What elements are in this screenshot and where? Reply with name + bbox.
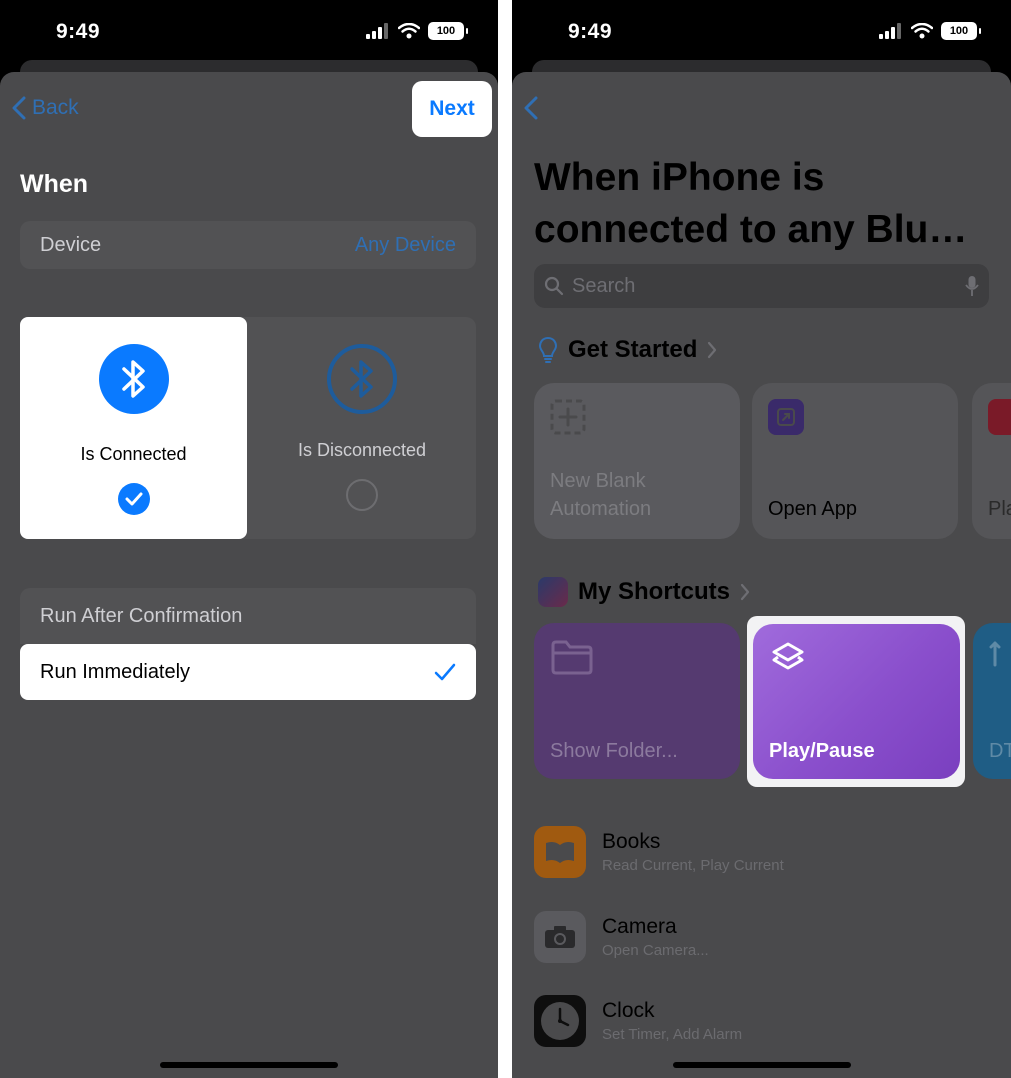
camera-icon bbox=[534, 911, 586, 963]
shortcuts-app-icon bbox=[538, 577, 568, 607]
label-line-1: New Blank bbox=[550, 470, 646, 492]
search-field[interactable]: Search bbox=[534, 264, 989, 308]
bluetooth-icon bbox=[98, 344, 169, 414]
app-row-books[interactable]: Books Read Current, Play Current bbox=[534, 822, 989, 882]
get-started-header[interactable]: Get Started bbox=[538, 336, 717, 364]
open-app-card[interactable]: Open App bbox=[752, 383, 958, 539]
home-indicator bbox=[160, 1062, 338, 1068]
run-options-group: Run After Confirmation Run Immediately bbox=[20, 588, 476, 700]
checkmark-circle-icon bbox=[117, 483, 150, 515]
back-button[interactable]: Back bbox=[12, 96, 79, 120]
open-app-label: Open App bbox=[768, 498, 857, 520]
is-disconnected-label: Is Disconnected bbox=[297, 440, 427, 460]
shortcuts-layers-icon bbox=[772, 642, 804, 670]
run-after-confirmation-row[interactable]: Run After Confirmation bbox=[20, 588, 476, 644]
my-shortcuts-header[interactable]: My Shortcuts bbox=[538, 577, 750, 607]
search-icon bbox=[544, 276, 564, 296]
my-shortcuts-label: My Shortcuts bbox=[578, 578, 731, 605]
when-section-title: When bbox=[20, 170, 89, 198]
page-title-text: When iPhone is connected to any Blu… bbox=[534, 156, 968, 251]
back-button[interactable] bbox=[524, 96, 538, 125]
cellular-signal-icon bbox=[879, 23, 901, 39]
device-value[interactable]: Any Device bbox=[355, 234, 456, 257]
cellular-signal-icon bbox=[366, 23, 388, 39]
run-after-confirmation-label: Run After Confirmation bbox=[40, 604, 243, 627]
dt-label: DT bbox=[989, 740, 1011, 762]
chevron-right-icon bbox=[740, 583, 750, 601]
app-subtitle: Read Current, Play Current bbox=[602, 857, 784, 874]
left-phone-screen: 9:49 100 Back Next When Device Any Devic… bbox=[0, 0, 498, 1078]
microphone-icon[interactable] bbox=[965, 275, 979, 297]
next-button[interactable]: Next bbox=[412, 81, 492, 137]
chevron-right-icon bbox=[708, 341, 717, 359]
clock-icon bbox=[534, 995, 586, 1047]
get-started-label: Get Started bbox=[568, 336, 698, 363]
is-connected-label: Is Connected bbox=[80, 444, 187, 464]
automation-sheet: Back Next When Device Any Device Is Conn… bbox=[0, 72, 498, 1078]
show-folder-label: Show Folder... bbox=[550, 740, 678, 762]
battery-icon: 100 bbox=[941, 22, 981, 40]
device-label: Device bbox=[40, 233, 102, 256]
bluetooth-outline-icon bbox=[327, 344, 397, 414]
app-name: Books bbox=[602, 830, 661, 853]
app-arrow-icon bbox=[768, 399, 804, 435]
app-subtitle: Open Camera... bbox=[602, 942, 709, 959]
status-time: 9:49 bbox=[56, 20, 101, 43]
books-icon bbox=[534, 826, 586, 878]
battery-icon: 100 bbox=[428, 22, 468, 40]
play-pause-shortcut-card[interactable]: Play/Pause bbox=[753, 624, 960, 779]
run-immediately-label: Run Immediately bbox=[40, 660, 191, 683]
show-folder-shortcut-card[interactable]: Show Folder... bbox=[534, 623, 740, 779]
dt-shortcut-card[interactable]: DT bbox=[973, 623, 1011, 779]
app-row-clock[interactable]: Clock Set Timer, Add Alarm bbox=[534, 991, 989, 1051]
new-blank-automation-card[interactable]: New Blank Automation bbox=[534, 383, 740, 539]
page-title: When iPhone is connected to any Blu… bbox=[534, 152, 994, 256]
play-music-label: Pla bbox=[988, 498, 1011, 520]
is-connected-option[interactable]: Is Connected bbox=[20, 317, 247, 539]
back-label: Back bbox=[32, 96, 79, 119]
arrows-icon bbox=[989, 641, 1001, 667]
status-icons: 100 bbox=[879, 22, 981, 40]
wifi-icon bbox=[911, 23, 933, 39]
status-bar: 9:49 100 bbox=[0, 0, 498, 60]
chevron-left-icon bbox=[524, 96, 538, 120]
checkmark-icon bbox=[434, 663, 456, 681]
label-line-2: Automation bbox=[550, 498, 652, 520]
folder-icon bbox=[551, 640, 593, 675]
run-immediately-row[interactable]: Run Immediately bbox=[20, 644, 476, 700]
new-blank-automation-label: New Blank Automation bbox=[550, 467, 651, 523]
search-placeholder: Search bbox=[572, 274, 636, 297]
status-time: 9:49 bbox=[568, 20, 613, 43]
action-picker-sheet: When iPhone is connected to any Blu… Sea… bbox=[512, 72, 1011, 1078]
status-bar: 9:49 100 bbox=[512, 0, 1011, 60]
is-disconnected-option[interactable]: Is Disconnected bbox=[247, 317, 477, 539]
empty-circle-icon bbox=[346, 479, 378, 511]
status-icons: 100 bbox=[366, 22, 468, 40]
play-music-card[interactable]: Pla bbox=[972, 383, 1011, 539]
app-name: Camera bbox=[602, 915, 677, 938]
app-subtitle: Set Timer, Add Alarm bbox=[602, 1026, 743, 1043]
device-row[interactable]: Device Any Device bbox=[20, 221, 476, 269]
play-pause-label: Play/Pause bbox=[769, 740, 875, 762]
home-indicator bbox=[672, 1062, 851, 1068]
chevron-left-icon bbox=[12, 96, 26, 120]
app-row-camera[interactable]: Camera Open Camera... bbox=[534, 907, 989, 967]
plus-square-dashed-icon bbox=[550, 399, 586, 435]
app-name: Clock bbox=[602, 999, 655, 1022]
lightbulb-icon bbox=[538, 336, 558, 363]
music-icon bbox=[988, 399, 1011, 435]
wifi-icon bbox=[398, 23, 420, 39]
right-phone-screen: 9:49 100 When iPhone is connected to any… bbox=[512, 0, 1011, 1078]
